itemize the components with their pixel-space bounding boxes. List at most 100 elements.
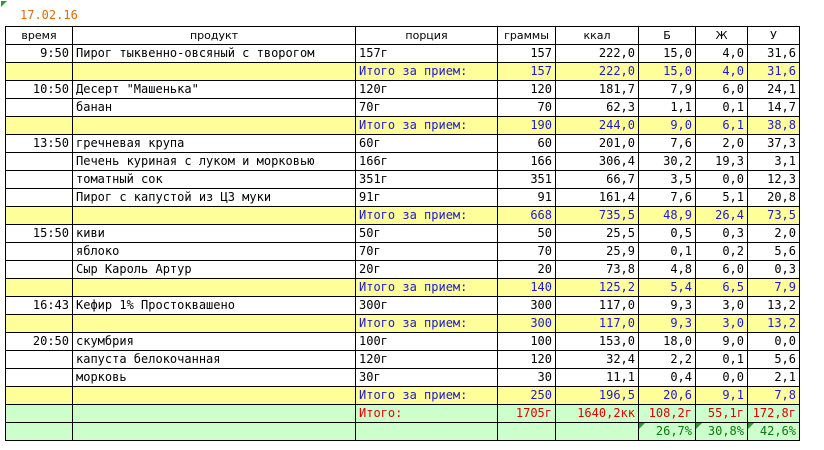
zh-cell[interactable]: 9,0	[695, 332, 748, 351]
u-cell[interactable]: 20,8	[747, 188, 800, 207]
header-zh[interactable]: Ж	[695, 26, 748, 45]
subtotal-label[interactable]: Итого за прием:	[355, 206, 498, 225]
subtotal-u[interactable]: 31,6	[747, 62, 800, 81]
empty-cell[interactable]	[5, 314, 73, 333]
total-grams[interactable]: 1705г	[497, 404, 556, 423]
product-cell[interactable]: Сыр Кароль Артур	[72, 260, 356, 279]
kcal-cell[interactable]: 161,4	[555, 188, 639, 207]
grams-cell[interactable]: 120	[497, 80, 556, 99]
time-cell[interactable]	[5, 368, 73, 387]
kcal-cell[interactable]: 181,7	[555, 80, 639, 99]
grams-cell[interactable]: 157	[497, 44, 556, 63]
product-cell[interactable]: скумбрия	[72, 332, 356, 351]
b-cell[interactable]: 30,2	[638, 152, 696, 171]
b-cell[interactable]: 7,6	[638, 188, 696, 207]
grams-cell[interactable]: 70	[497, 242, 556, 261]
time-cell[interactable]: 15:50	[5, 224, 73, 243]
grams-cell[interactable]: 100	[497, 332, 556, 351]
empty-cell[interactable]	[72, 404, 356, 423]
percent-u[interactable]: 42,6%	[747, 422, 800, 441]
kcal-cell[interactable]: 117,0	[555, 296, 639, 315]
header-u[interactable]: У	[747, 26, 800, 45]
subtotal-u[interactable]: 7,8	[747, 386, 800, 405]
product-cell[interactable]: яблоко	[72, 242, 356, 261]
u-cell[interactable]: 31,6	[747, 44, 800, 63]
product-cell[interactable]: морковь	[72, 368, 356, 387]
subtotal-label[interactable]: Итого за прием:	[355, 116, 498, 135]
portion-cell[interactable]: 70г	[355, 242, 498, 261]
u-cell[interactable]: 14,7	[747, 98, 800, 117]
subtotal-label[interactable]: Итого за прием:	[355, 314, 498, 333]
zh-cell[interactable]: 0,1	[695, 350, 748, 369]
subtotal-grams[interactable]: 668	[497, 206, 556, 225]
subtotal-u[interactable]: 7,9	[747, 278, 800, 297]
subtotal-zh[interactable]: 3,0	[695, 314, 748, 333]
percent-zh[interactable]: 30,8%	[695, 422, 748, 441]
time-cell[interactable]	[5, 350, 73, 369]
kcal-cell[interactable]: 201,0	[555, 134, 639, 153]
time-cell[interactable]	[5, 152, 73, 171]
portion-cell[interactable]: 70г	[355, 98, 498, 117]
product-cell[interactable]: Печень куриная с луком и морковью	[72, 152, 356, 171]
empty-cell[interactable]	[5, 386, 73, 405]
empty-cell[interactable]	[5, 404, 73, 423]
b-cell[interactable]: 7,6	[638, 134, 696, 153]
grams-cell[interactable]: 20	[497, 260, 556, 279]
kcal-cell[interactable]: 32,4	[555, 350, 639, 369]
portion-cell[interactable]: 300г	[355, 296, 498, 315]
empty-cell[interactable]	[72, 314, 356, 333]
subtotal-u[interactable]: 38,8	[747, 116, 800, 135]
grams-cell[interactable]: 30	[497, 368, 556, 387]
subtotal-kcal[interactable]: 196,5	[555, 386, 639, 405]
header-time[interactable]: время	[5, 26, 73, 45]
subtotal-u[interactable]: 13,2	[747, 314, 800, 333]
subtotal-b[interactable]: 20,6	[638, 386, 696, 405]
subtotal-zh[interactable]: 6,1	[695, 116, 748, 135]
b-cell[interactable]: 1,1	[638, 98, 696, 117]
subtotal-u[interactable]: 73,5	[747, 206, 800, 225]
empty-cell[interactable]	[5, 278, 73, 297]
subtotal-b[interactable]: 15,0	[638, 62, 696, 81]
subtotal-b[interactable]: 48,9	[638, 206, 696, 225]
grams-cell[interactable]: 70	[497, 98, 556, 117]
grams-cell[interactable]: 166	[497, 152, 556, 171]
product-cell[interactable]: гречневая крупа	[72, 134, 356, 153]
time-cell[interactable]	[5, 170, 73, 189]
empty-cell[interactable]	[5, 116, 73, 135]
subtotal-zh[interactable]: 4,0	[695, 62, 748, 81]
u-cell[interactable]: 12,3	[747, 170, 800, 189]
b-cell[interactable]: 9,3	[638, 296, 696, 315]
time-cell[interactable]	[5, 242, 73, 261]
grams-cell[interactable]: 91	[497, 188, 556, 207]
product-cell[interactable]: капуста белокочанная	[72, 350, 356, 369]
empty-cell[interactable]	[555, 422, 639, 441]
zh-cell[interactable]: 6,0	[695, 80, 748, 99]
zh-cell[interactable]: 4,0	[695, 44, 748, 63]
time-cell[interactable]: 20:50	[5, 332, 73, 351]
product-cell[interactable]: банан	[72, 98, 356, 117]
header-kcal[interactable]: ккал	[555, 26, 639, 45]
u-cell[interactable]: 37,3	[747, 134, 800, 153]
subtotal-kcal[interactable]: 117,0	[555, 314, 639, 333]
zh-cell[interactable]: 0,0	[695, 170, 748, 189]
b-cell[interactable]: 3,5	[638, 170, 696, 189]
b-cell[interactable]: 15,0	[638, 44, 696, 63]
subtotal-grams[interactable]: 157	[497, 62, 556, 81]
product-cell[interactable]: томатный сок	[72, 170, 356, 189]
zh-cell[interactable]: 0,2	[695, 242, 748, 261]
product-cell[interactable]: Десерт "Машенька"	[72, 80, 356, 99]
empty-cell[interactable]	[72, 206, 356, 225]
portion-cell[interactable]: 166г	[355, 152, 498, 171]
zh-cell[interactable]: 0,0	[695, 368, 748, 387]
portion-cell[interactable]: 120г	[355, 80, 498, 99]
b-cell[interactable]: 0,1	[638, 242, 696, 261]
portion-cell[interactable]: 351г	[355, 170, 498, 189]
subtotal-kcal[interactable]: 222,0	[555, 62, 639, 81]
zh-cell[interactable]: 5,1	[695, 188, 748, 207]
subtotal-grams[interactable]: 190	[497, 116, 556, 135]
u-cell[interactable]: 2,0	[747, 224, 800, 243]
b-cell[interactable]: 2,2	[638, 350, 696, 369]
kcal-cell[interactable]: 306,4	[555, 152, 639, 171]
zh-cell[interactable]: 6,0	[695, 260, 748, 279]
kcal-cell[interactable]: 62,3	[555, 98, 639, 117]
